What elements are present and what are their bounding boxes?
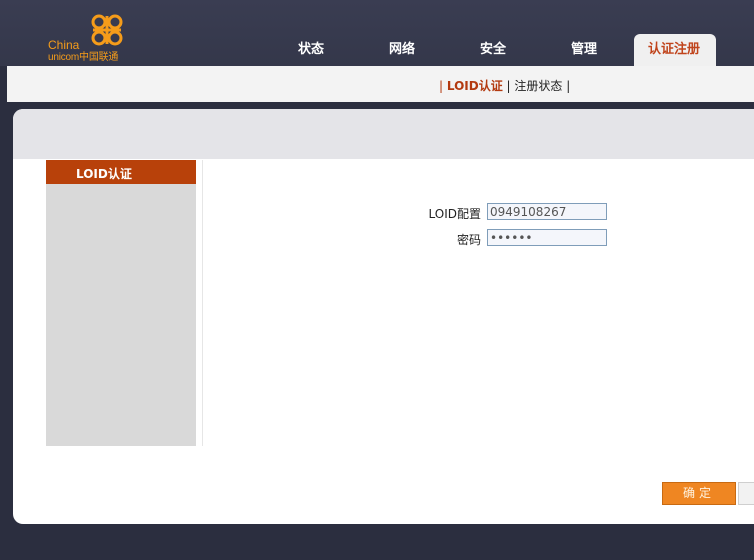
header-bar: China unicom中国联通 状态 网络 安全 管理 认证注册 — [0, 0, 754, 66]
loid-label: LOID配置 — [428, 207, 481, 221]
ok-button[interactable]: 确定 — [662, 482, 736, 505]
nav-network[interactable]: 网络 — [389, 38, 415, 57]
brand-line2: unicom中国联通 — [48, 52, 119, 63]
password-input[interactable] — [487, 229, 607, 246]
subnav-loid-auth[interactable]: LOID认证 — [447, 79, 503, 93]
loid-input[interactable] — [487, 203, 607, 220]
left-sidebar: LOID认证 — [46, 160, 196, 446]
china-unicom-logo: China unicom中国联通 — [46, 12, 136, 63]
sidebar-item-loid-auth[interactable]: LOID认证 — [46, 160, 196, 184]
panel-top-bar — [13, 109, 754, 159]
sidebar-divider — [202, 160, 203, 446]
subnav-separator: | — [439, 79, 447, 93]
cancel-button[interactable] — [738, 482, 754, 505]
password-label: 密码 — [456, 233, 481, 247]
subnav-separator: | — [502, 79, 515, 93]
unicom-knot-icon — [91, 14, 123, 46]
subnav-separator: | — [562, 79, 571, 93]
nav-auth-register[interactable]: 认证注册 — [634, 34, 716, 66]
nav-management[interactable]: 管理 — [571, 38, 597, 57]
nav-status[interactable]: 状态 — [298, 38, 324, 57]
sidebar-item-label: LOID认证 — [76, 167, 132, 181]
content-panel: LOID认证 LOID配置 密码 确定 — [13, 109, 754, 524]
nav-security[interactable]: 安全 — [480, 38, 506, 57]
subnav-register-status[interactable]: 注册状态 — [514, 79, 562, 93]
nav-auth-register-label: 认证注册 — [648, 42, 701, 57]
sub-navigation: | LOID认证 | 注册状态 | — [7, 66, 754, 102]
